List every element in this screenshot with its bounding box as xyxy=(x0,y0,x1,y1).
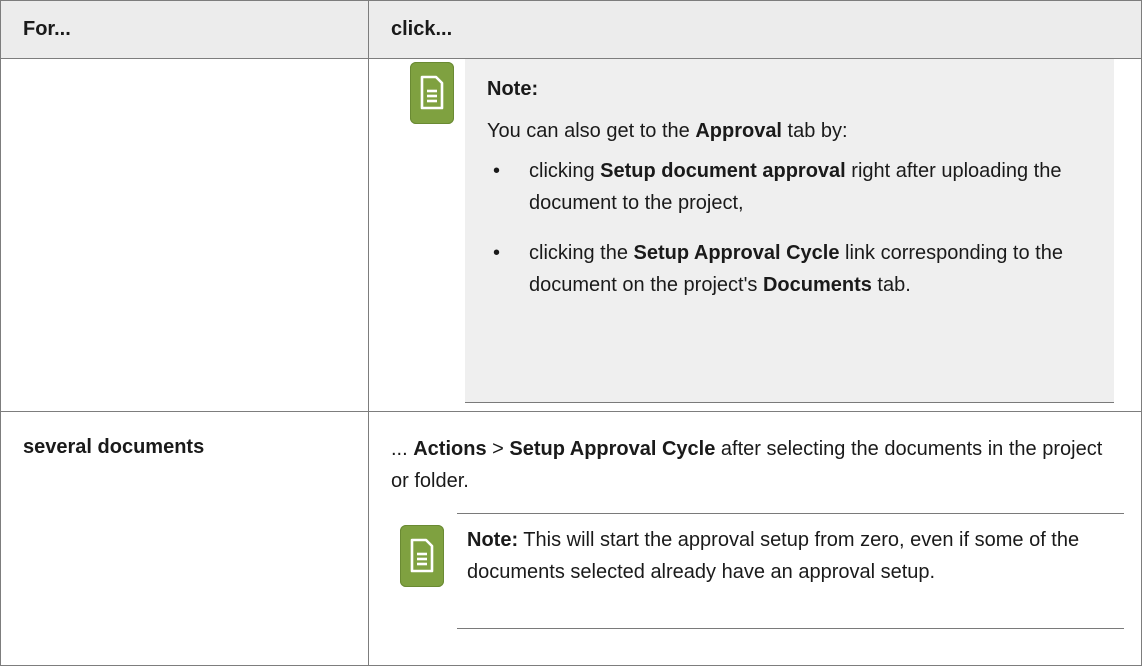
table-row: Note: You can also get to the Approval t… xyxy=(0,58,1142,412)
note-text: Note: This will start the approval setup… xyxy=(467,529,1080,583)
row2-left-text: several documents xyxy=(23,436,205,458)
table-header-row: For... click... xyxy=(0,0,1142,59)
row1-right-cell: Note: You can also get to the Approval t… xyxy=(368,58,1142,412)
note-list: • clicking Setup document approval right … xyxy=(487,155,1092,301)
row1-left-text xyxy=(1,59,368,83)
header-for: For... xyxy=(0,0,369,59)
note-icon xyxy=(400,525,444,587)
note-icon xyxy=(410,62,454,124)
row1-left-cell xyxy=(0,58,369,412)
row2-right-cell: ... Actions > Setup Approval Cycle after… xyxy=(368,411,1142,666)
table-row: several documents ... Actions > Setup Ap… xyxy=(0,411,1142,666)
note-block: Note: You can also get to the Approval t… xyxy=(410,59,1114,403)
row2-left-cell: several documents xyxy=(0,411,369,666)
note-block: Note: This will start the approval setup… xyxy=(400,513,1124,629)
content-table: For... click... Note: You can also get t… xyxy=(0,0,1142,666)
list-item: • clicking the Setup Approval Cycle link … xyxy=(493,242,1063,296)
row2-instruction: ... Actions > Setup Approval Cycle after… xyxy=(391,438,1103,492)
note-title: Note: xyxy=(487,78,539,100)
note-intro: You can also get to the Approval tab by: xyxy=(487,120,848,142)
list-item: • clicking Setup document approval right … xyxy=(493,160,1062,214)
header-click: click... xyxy=(368,0,1142,59)
